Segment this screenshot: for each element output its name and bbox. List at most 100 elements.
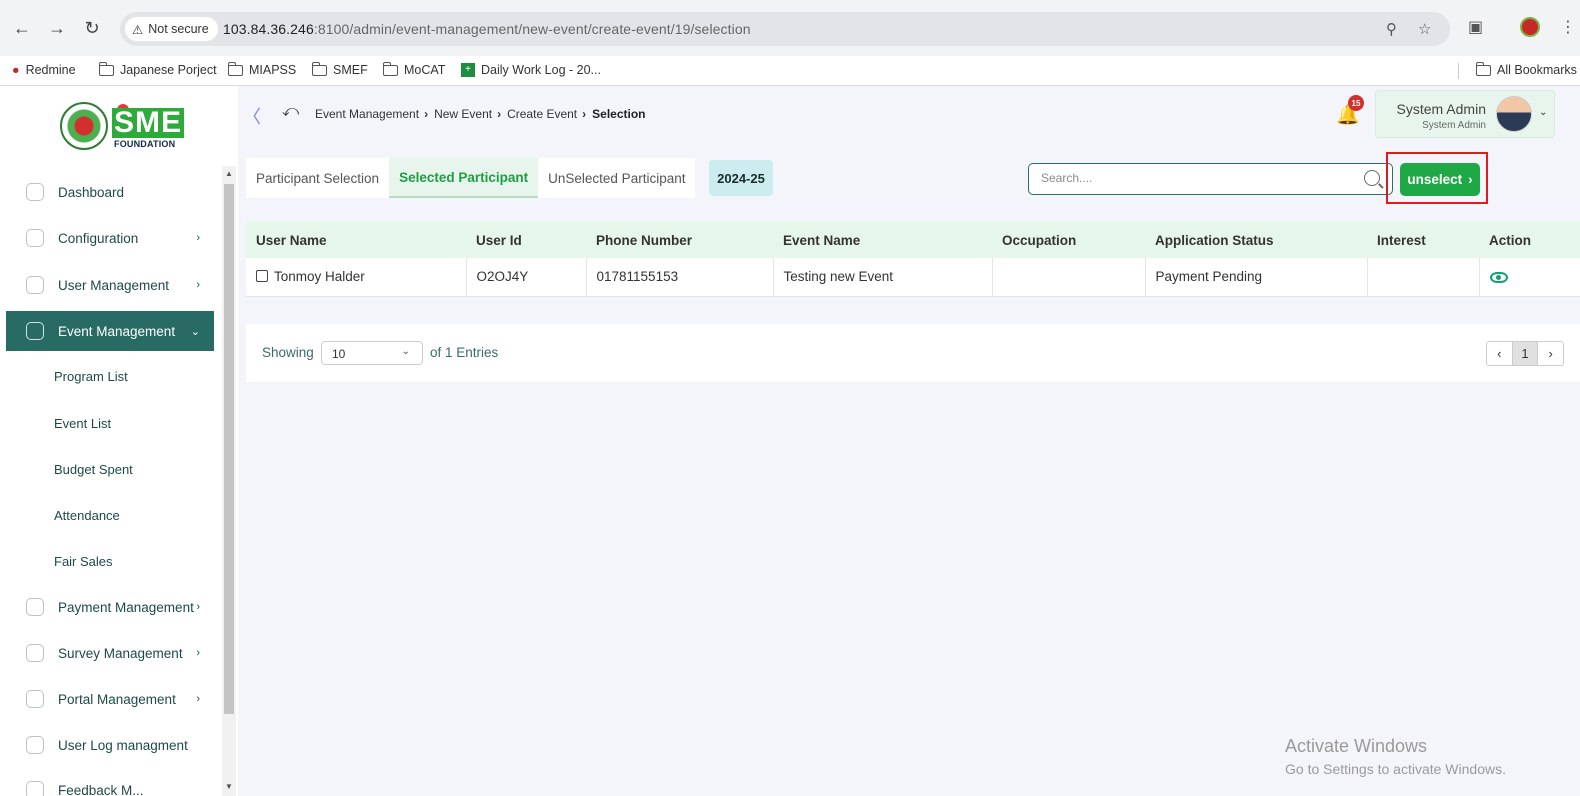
scrollbar-thumb[interactable]	[224, 184, 234, 714]
folder-icon	[382, 61, 398, 76]
sheets-icon: +	[461, 63, 475, 77]
watermark-title: Activate Windows	[1285, 736, 1428, 756]
breadcrumb-create-event[interactable]: Create Event	[507, 107, 577, 121]
log-icon	[26, 736, 44, 754]
cell-phone: 01781155153	[586, 258, 774, 297]
main-content: Participant Selection Selected Participa…	[238, 144, 1580, 796]
entries-label: of 1 Entries	[430, 345, 499, 360]
page-number[interactable]: 1	[1511, 342, 1539, 365]
reload-icon[interactable]: ↻	[80, 16, 104, 40]
security-label: Not secure	[148, 22, 209, 36]
sidebar-item-survey-management[interactable]: Survey Management ›	[6, 633, 214, 673]
sidebar-subitem-budget-spent[interactable]: Budget Spent	[54, 462, 133, 477]
prev-page-icon[interactable]: ‹	[1487, 342, 1512, 365]
zoom-icon[interactable]: ⚲	[1386, 20, 1397, 38]
search-field[interactable]	[1028, 163, 1393, 195]
chevron-right-icon: ›	[424, 107, 429, 121]
chevron-right-icon: ›	[1468, 172, 1473, 187]
url-text[interactable]: 103.84.36.246:8100/admin/event-managemen…	[223, 21, 751, 37]
search-input[interactable]	[1041, 171, 1351, 185]
sidebar-item-label: User Log managment	[58, 737, 188, 753]
bookmark-label: MIAPSS	[249, 63, 297, 77]
column-header: Phone Number	[586, 222, 773, 258]
sidebar-item-user-management[interactable]: User Management ›	[6, 265, 214, 305]
url-path: :8100/admin/event-management/new-event/c…	[313, 21, 751, 37]
participant-tabs: Participant Selection Selected Participa…	[246, 158, 696, 198]
pagination-panel: Showing 10 ⌄ of 1 Entries ‹ 1 ›	[246, 324, 1580, 382]
bookmark-mocat[interactable]: MoCAT	[382, 61, 445, 77]
avatar	[1496, 96, 1532, 132]
sidebar-item-configuration[interactable]: Configuration ›	[6, 218, 214, 258]
sidebar-subitem-program-list[interactable]: Program List	[54, 369, 128, 384]
back-arrow-icon[interactable]: ←	[10, 16, 34, 40]
sidebar-subitem-attendance[interactable]: Attendance	[54, 508, 120, 523]
sidebar-item-event-management[interactable]: Event Management ⌄	[6, 311, 214, 351]
scroll-down-arrow-icon[interactable]: ▼	[225, 782, 233, 791]
chevron-right-icon: ›	[196, 647, 200, 659]
government-emblem-icon	[60, 102, 108, 150]
forward-arrow-icon[interactable]: →	[45, 16, 69, 40]
extensions-icon[interactable]: ▣	[1468, 17, 1483, 37]
folder-icon	[98, 61, 114, 76]
app-root: SME FOUNDATION 〈 ⤺ Event Management › New…	[0, 86, 1580, 796]
logo-area[interactable]: SME FOUNDATION	[0, 86, 238, 166]
profile-avatar-icon[interactable]	[1520, 17, 1540, 37]
participant-table: User Name User Id Phone Number Event Nam…	[246, 222, 1580, 297]
chevron-right-icon: ›	[196, 693, 200, 705]
bookmark-daily-log[interactable]: + Daily Work Log - 20...	[461, 63, 601, 77]
bookmark-miapss[interactable]: MIAPSS	[227, 61, 297, 77]
sidebar-item-user-log[interactable]: User Log managment	[6, 725, 214, 765]
eye-icon[interactable]	[1489, 272, 1508, 284]
table-row: Tonmoy Halder O2OJ4Y 01781155153 Testing…	[246, 258, 1580, 297]
pager: ‹ 1 ›	[1486, 341, 1564, 366]
column-header: Event Name	[773, 222, 992, 258]
url-host: 103.84.36.246	[223, 21, 314, 37]
cell-occupation	[992, 258, 1146, 297]
user-menu[interactable]: System Admin System Admin ⌄	[1375, 90, 1555, 138]
bookmarks-bar: ● Redmine Japanese Porject MIAPSS SMEF Mo…	[0, 56, 1580, 86]
breadcrumb-new-event[interactable]: New Event	[434, 107, 492, 121]
chevron-down-icon: ⌄	[401, 346, 410, 357]
portal-icon	[26, 690, 44, 708]
tab-participant-selection[interactable]: Participant Selection	[246, 158, 389, 198]
bookmark-smef[interactable]: SMEF	[311, 61, 368, 77]
search-icon[interactable]	[1364, 170, 1380, 186]
tab-unselected-participant[interactable]: UnSelected Participant	[538, 158, 695, 198]
undo-back-icon[interactable]: ⤺	[282, 103, 299, 121]
year-badge[interactable]: 2024-25	[709, 160, 773, 196]
bookmark-redmine[interactable]: ● Redmine	[12, 63, 76, 77]
bookmark-all[interactable]: All Bookmarks	[1475, 61, 1577, 77]
sidebar-item-feedback[interactable]: Feedback M...	[6, 770, 214, 796]
payment-icon	[26, 598, 44, 616]
sidebar-subitem-fair-sales[interactable]: Fair Sales	[54, 554, 113, 569]
user-name-text: Tonmoy Halder	[274, 269, 365, 285]
bookmark-label: All Bookmarks	[1497, 63, 1577, 77]
bookmark-label: SMEF	[333, 63, 368, 77]
unselect-button[interactable]: unselect ›	[1400, 163, 1480, 196]
sidebar-item-label: Event Management	[58, 323, 176, 339]
chevron-down-icon[interactable]: ⌄	[1539, 107, 1547, 118]
sidebar-item-dashboard[interactable]: Dashboard	[6, 172, 214, 212]
collapse-sidebar-icon[interactable]: 〈	[243, 103, 261, 129]
sidebar-item-portal-management[interactable]: Portal Management ›	[6, 679, 214, 719]
sidebar-scrollbar[interactable]: ▲ ▼	[222, 166, 236, 796]
pie-icon	[26, 644, 44, 662]
scroll-up-arrow-icon[interactable]: ▲	[225, 169, 233, 178]
security-chip[interactable]: ⚠ Not secure	[125, 17, 218, 41]
star-icon[interactable]: ☆	[1418, 20, 1431, 38]
sidebar-subitem-event-list[interactable]: Event List	[54, 416, 111, 431]
menu-dots-icon[interactable]: ⋮	[1560, 17, 1576, 37]
bookmark-label: Japanese Porject	[120, 63, 217, 77]
sidebar-item-payment-management[interactable]: Payment Management ›	[6, 587, 214, 627]
bookmark-japanese[interactable]: Japanese Porject	[98, 61, 217, 77]
next-page-icon[interactable]: ›	[1538, 342, 1563, 365]
notification-badge: 15	[1348, 95, 1364, 111]
sidebar-item-label: Payment Management	[58, 599, 194, 615]
address-bar[interactable]: ⚠ Not secure 103.84.36.246:8100/admin/ev…	[120, 12, 1450, 46]
page-size-value: 10	[332, 347, 346, 361]
page-size-select[interactable]: 10 ⌄	[321, 341, 423, 365]
breadcrumb-event-management[interactable]: Event Management	[315, 107, 419, 121]
folder-icon	[311, 61, 327, 76]
row-checkbox[interactable]	[256, 270, 268, 283]
tab-selected-participant[interactable]: Selected Participant	[389, 158, 539, 198]
